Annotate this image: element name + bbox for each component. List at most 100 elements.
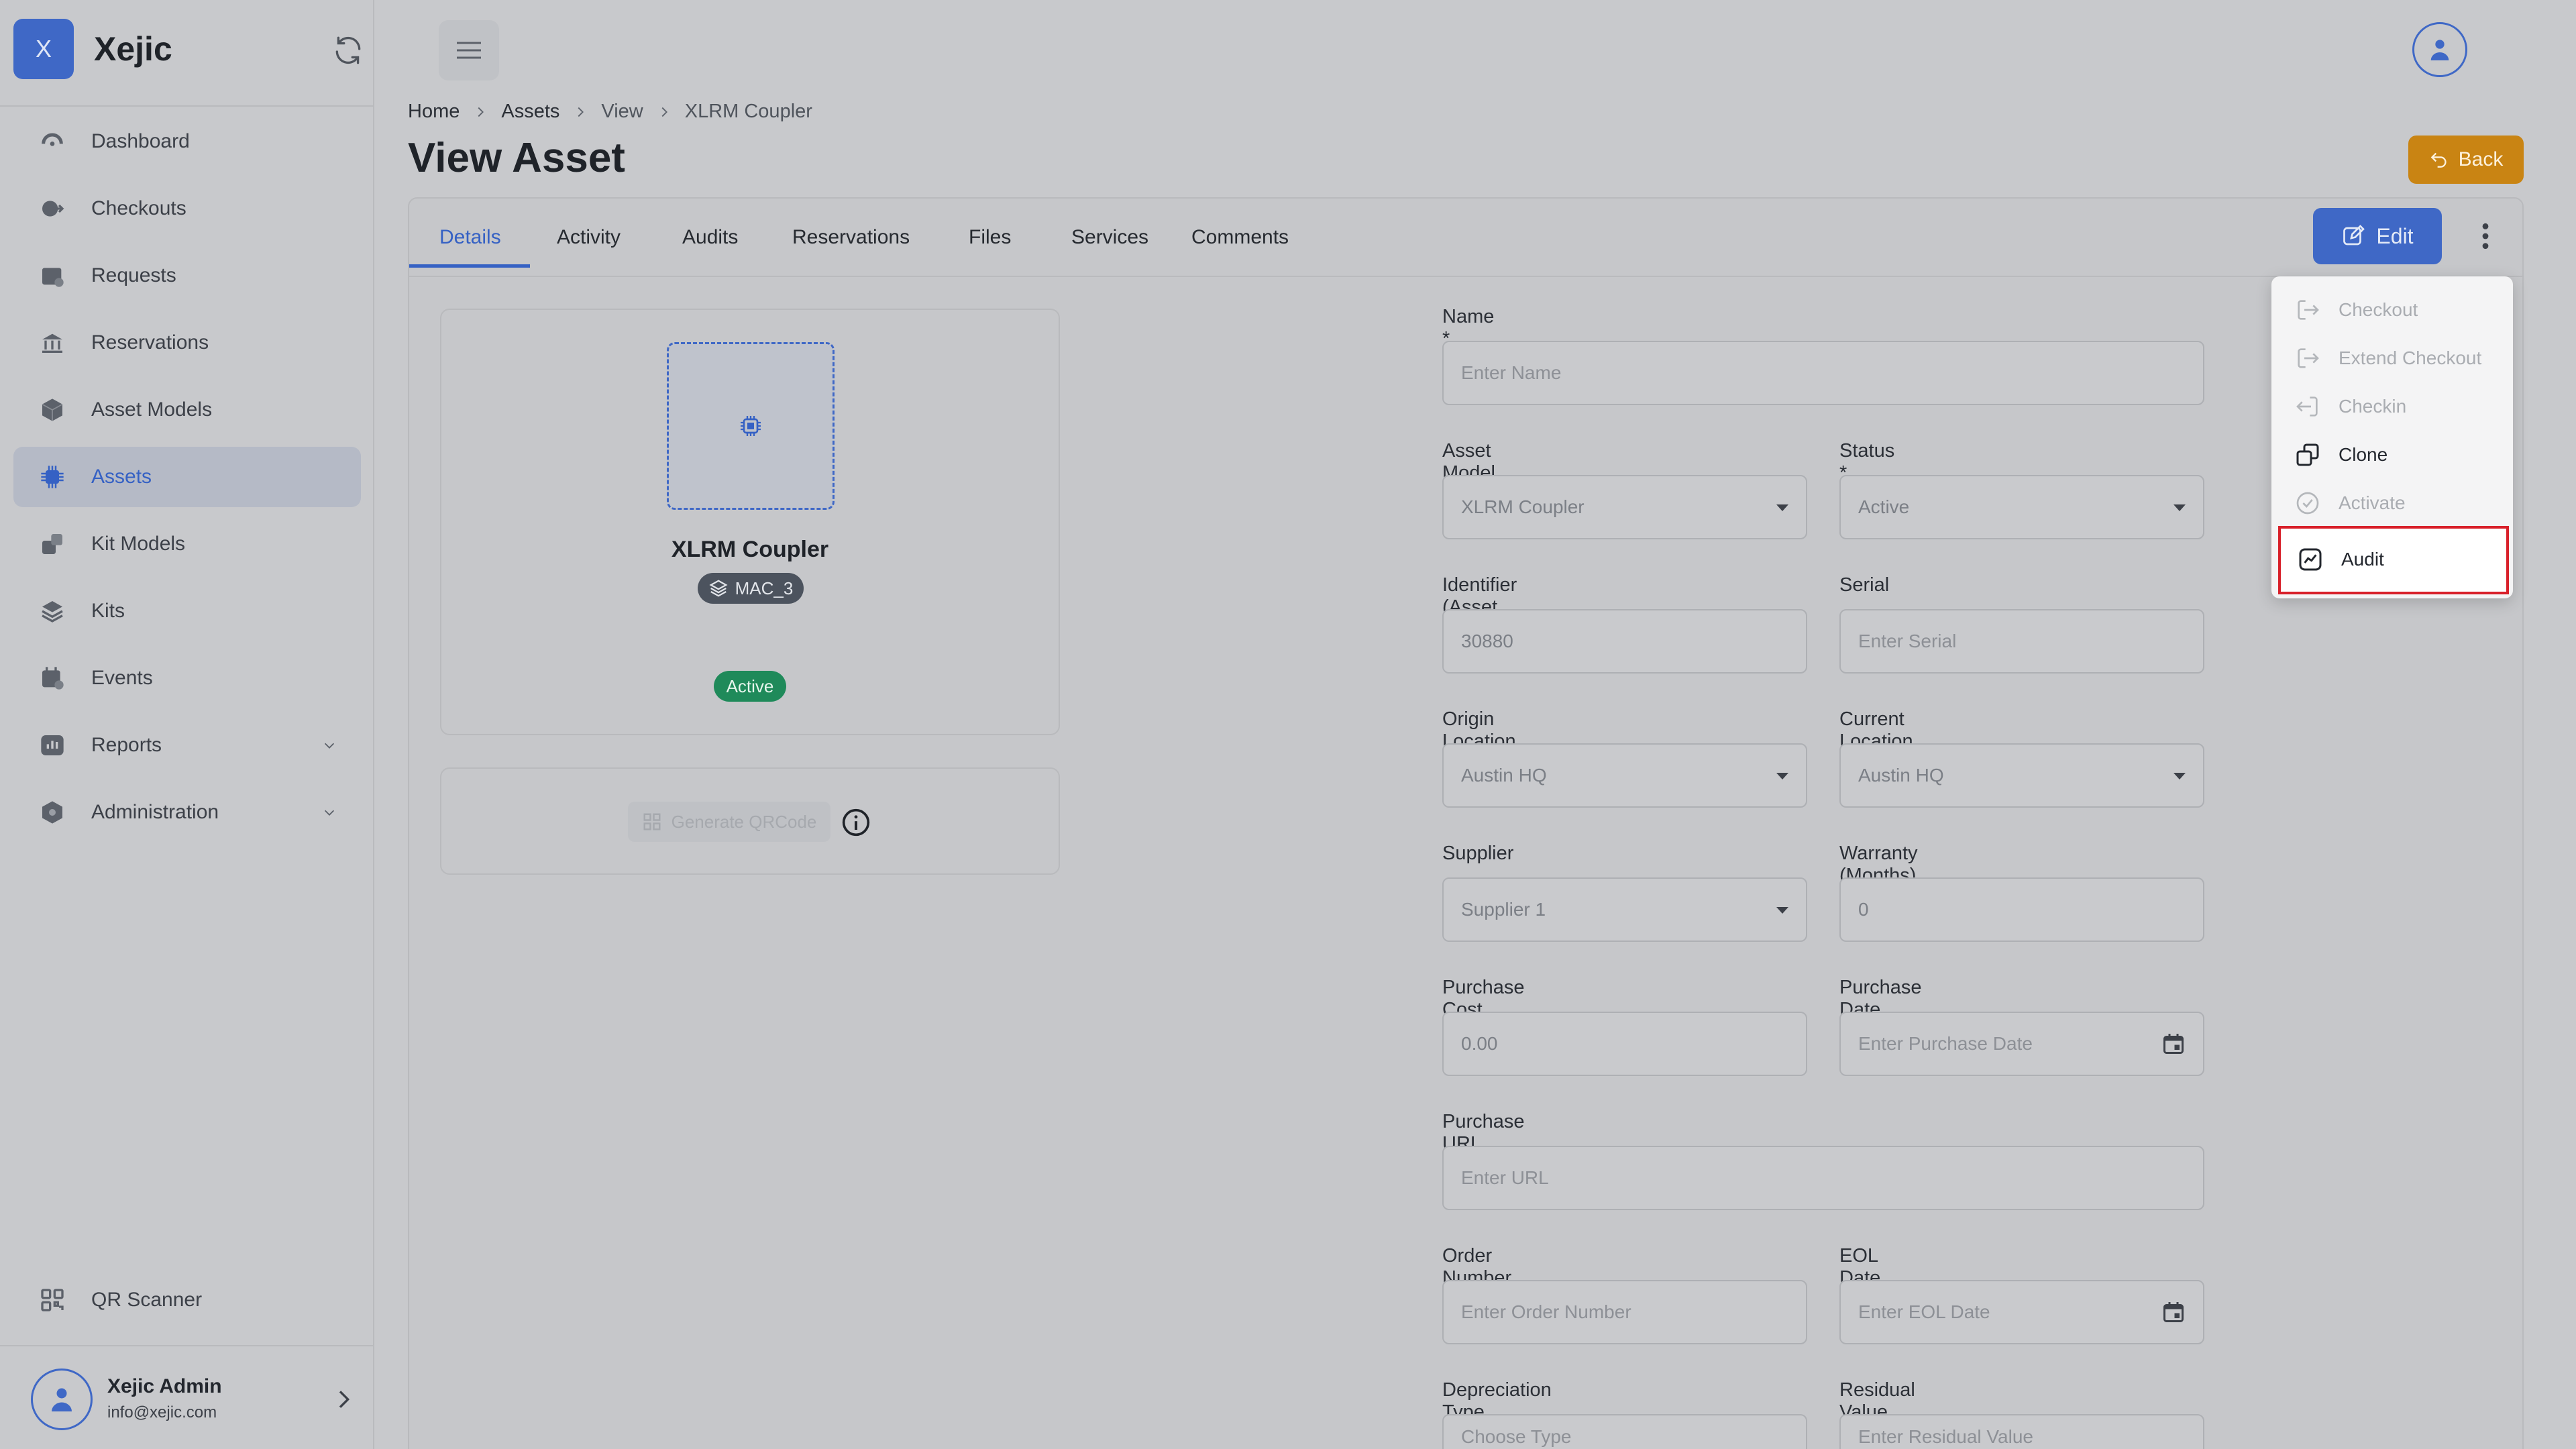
sidebar-item-label: Requests	[91, 264, 176, 286]
current-location-value: Austin HQ	[1858, 765, 1944, 786]
breadcrumb-view: View	[601, 101, 643, 122]
checkout-icon	[42, 201, 64, 217]
extend-checkout-icon	[2298, 348, 2319, 368]
breadcrumb-current: XLRM Coupler	[684, 101, 812, 122]
asset-image-placeholder[interactable]	[667, 342, 835, 510]
cube-icon	[42, 398, 63, 421]
tab-services[interactable]: Services	[1071, 198, 1148, 277]
chevron-down-icon[interactable]	[322, 738, 337, 753]
user-email: info@xejic.com	[107, 1403, 217, 1421]
eol-date-input[interactable]: Enter EOL Date	[1839, 1280, 2204, 1344]
generate-qrcode-button[interactable]: Generate QRCode	[628, 802, 830, 842]
chevron-down-icon[interactable]	[322, 805, 337, 820]
caret-down-icon	[2174, 504, 2186, 511]
serial-input[interactable]: Enter Serial	[1839, 609, 2204, 674]
sidebar-item-reports[interactable]: Reports	[13, 715, 361, 775]
chevron-right-icon[interactable]	[330, 1386, 357, 1413]
sidebar-item-dashboard[interactable]: Dashboard	[13, 111, 361, 172]
order-number-input[interactable]: Enter Order Number	[1442, 1280, 1807, 1344]
purchase-date-input[interactable]: Enter Purchase Date	[1839, 1012, 2204, 1076]
warranty-input[interactable]: 0	[1839, 877, 2204, 942]
sidebar-item-requests[interactable]: Requests	[13, 246, 361, 306]
sidebar-item-label: Reservations	[91, 331, 209, 354]
sidebar-divider	[0, 105, 374, 107]
chip-icon	[741, 416, 761, 436]
avatar	[31, 1368, 93, 1430]
user-profile[interactable]: Xejic Admin info@xejic.com	[31, 1368, 366, 1433]
reports-icon	[41, 735, 64, 755]
caret-down-icon	[2174, 773, 2186, 780]
layers-icon	[42, 601, 63, 623]
tab-comments[interactable]: Comments	[1191, 198, 1289, 277]
purchase-url-input[interactable]: Enter URL	[1442, 1146, 2204, 1210]
sidebar-item-reservations[interactable]: Reservations	[13, 313, 361, 373]
caret-down-icon	[1776, 907, 1788, 914]
top-avatar[interactable]	[2412, 22, 2467, 77]
tab-files[interactable]: Files	[969, 198, 1011, 277]
purchase-cost-input[interactable]: 0.00	[1442, 1012, 1807, 1076]
depreciation-type-placeholder: Choose Type	[1461, 1426, 1572, 1447]
origin-location-select[interactable]: Austin HQ	[1442, 743, 1807, 808]
sidebar-item-label: Kits	[91, 600, 125, 622]
menu-item-extend-checkout[interactable]: Extend Checkout	[2271, 334, 2513, 382]
model-badge: MAC_3	[698, 573, 804, 604]
chevron-right-icon	[478, 107, 484, 117]
more-options-icon[interactable]	[2475, 221, 2496, 251]
supplier-select[interactable]: Supplier 1	[1442, 877, 1807, 942]
info-icon[interactable]	[841, 808, 871, 837]
kit-models-icon	[42, 534, 62, 554]
sidebar-item-asset-models[interactable]: Asset Models	[13, 380, 361, 440]
sidebar-item-qr-scanner[interactable]: QR Scanner	[13, 1270, 361, 1330]
sidebar-item-kit-models[interactable]: Kit Models	[13, 514, 361, 574]
sidebar-item-label: Events	[91, 667, 153, 689]
user-icon	[52, 1388, 72, 1411]
undo-icon	[2430, 152, 2447, 168]
identifier-input[interactable]: 30880	[1442, 609, 1807, 674]
sidebar-item-events[interactable]: Events	[13, 648, 361, 708]
depreciation-type-select[interactable]: Choose Type	[1442, 1414, 1807, 1449]
chip-icon	[41, 466, 64, 488]
qr-scanner-icon	[41, 1289, 64, 1311]
sidebar: X Xejic Dashboard Checkouts Requests Res…	[0, 0, 374, 1449]
menu-item-audit-row[interactable]: Audit	[2281, 535, 2506, 584]
dashboard-icon	[42, 133, 63, 146]
residual-value-input[interactable]: Enter Residual Value	[1839, 1414, 2204, 1449]
tab-audits[interactable]: Audits	[682, 198, 738, 277]
menu-item-audit[interactable]: Audit	[2278, 526, 2509, 594]
menu-item-label: Clone	[2339, 444, 2388, 465]
checkout-icon	[2298, 300, 2319, 320]
menu-item-checkout[interactable]: Checkout	[2271, 286, 2513, 334]
current-location-select[interactable]: Austin HQ	[1839, 743, 2204, 808]
user-icon	[2430, 40, 2449, 60]
edit-button[interactable]: Edit	[2313, 208, 2442, 264]
name-input[interactable]: Enter Name	[1442, 341, 2204, 405]
check-circle-icon	[2296, 492, 2319, 515]
brand[interactable]: X Xejic	[13, 19, 172, 79]
menu-toggle-button[interactable]	[439, 20, 499, 80]
brand-name: Xejic	[94, 30, 172, 68]
calendar-icon	[42, 667, 64, 690]
sidebar-item-administration[interactable]: Administration	[13, 782, 361, 843]
sidebar-item-assets[interactable]: Assets	[13, 447, 361, 507]
sidebar-item-label: Kit Models	[91, 533, 186, 555]
asset-model-select[interactable]: XLRM Coupler	[1442, 475, 1807, 539]
menu-item-label: Checkout	[2339, 299, 2418, 320]
breadcrumb-assets[interactable]: Assets	[501, 101, 559, 123]
menu-item-label: Audit	[2341, 549, 2384, 570]
back-button[interactable]: Back	[2408, 136, 2524, 184]
sidebar-item-kits[interactable]: Kits	[13, 581, 361, 641]
menu-item-checkin[interactable]: Checkin	[2271, 382, 2513, 431]
tab-reservations[interactable]: Reservations	[792, 198, 910, 277]
refresh-icon[interactable]	[331, 34, 365, 67]
status-select[interactable]: Active	[1839, 475, 2204, 539]
calendar-icon[interactable]	[2161, 1032, 2186, 1056]
tab-activity[interactable]: Activity	[557, 198, 621, 277]
menu-item-clone[interactable]: Clone	[2271, 431, 2513, 479]
menu-item-activate[interactable]: Activate	[2271, 479, 2513, 527]
sidebar-item-label: Assets	[91, 466, 152, 488]
breadcrumb-home[interactable]: Home	[408, 101, 460, 123]
menu-item-label: Extend Checkout	[2339, 347, 2482, 368]
origin-location-value: Austin HQ	[1461, 765, 1547, 786]
calendar-icon[interactable]	[2161, 1300, 2186, 1324]
sidebar-item-checkouts[interactable]: Checkouts	[13, 178, 361, 239]
